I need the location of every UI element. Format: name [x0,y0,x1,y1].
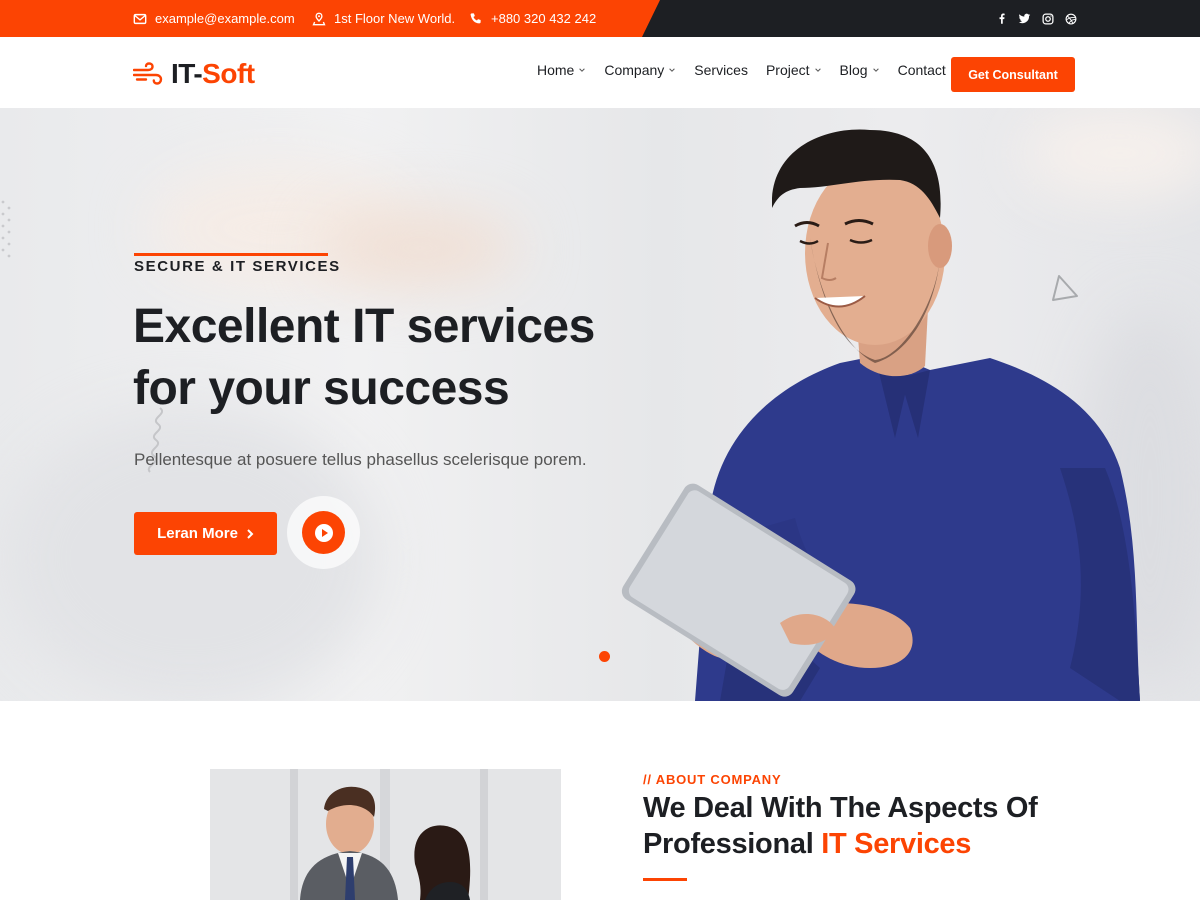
nav-item-company[interactable]: Company [604,62,676,78]
nav-item-label: Contact [897,62,946,78]
hero-section: SECURE & IT SERVICES Excellent IT servic… [0,108,1200,701]
learn-more-button[interactable]: Leran More [134,512,277,555]
get-consultant-button[interactable]: Get Consultant [951,57,1075,92]
about-accent-line [643,878,687,881]
nav-item-contact[interactable]: Contact [898,62,946,78]
hero-eyebrow: SECURE & IT SERVICES [134,258,341,275]
social-links [995,0,1077,37]
topbar-address: 1st Floor New World. [312,0,455,37]
topbar-phone-text: +880 320 432 242 [491,11,597,26]
envelope-icon [133,13,147,24]
logo-text-part2: Soft [202,58,255,89]
top-bar: example@example.com 1st Floor New World.… [0,0,1200,37]
about-label: // ABOUT COMPANY [643,772,782,787]
nav-item-label: Services [694,62,748,78]
twitter-icon[interactable] [1018,12,1031,25]
location-icon [312,12,326,25]
chevron-right-icon [247,528,254,539]
chevron-down-icon [669,68,676,72]
slider-dot-active[interactable] [599,651,610,662]
nav-item-label: Home [537,62,575,78]
hero-subtitle: Pellentesque at posuere tellus phasellus… [134,450,587,469]
nav-item-services[interactable]: Services [694,62,748,78]
about-title-line1: We Deal With The Aspects Of [643,792,1038,824]
chevron-down-icon [872,68,879,72]
eyebrow-accent-line [134,253,328,256]
nav-item-project[interactable]: Project [766,62,822,78]
hero-person-image [621,129,1140,701]
hero-title-line1: Excellent IT services [133,300,595,353]
nav-item-label: Blog [839,62,868,78]
chevron-down-icon [814,68,821,72]
about-title-line2: Professional [643,828,822,860]
topbar-email[interactable]: example@example.com [133,0,295,37]
decorative-dots [1,200,11,258]
site-logo[interactable]: IT-Soft [133,58,255,90]
play-button-inner [302,511,345,554]
about-team-image [210,769,561,900]
hero-title-line2: for your success [133,362,510,415]
wind-logo-icon [133,62,163,85]
nav-item-blog[interactable]: Blog [840,62,880,78]
logo-text-part1: IT- [171,58,203,89]
play-icon [314,523,333,542]
topbar-phone[interactable]: +880 320 432 242 [469,0,596,37]
nav-item-home[interactable]: Home [537,62,586,78]
instagram-icon[interactable] [1041,12,1054,25]
phone-icon [470,12,481,23]
topbar-email-text: example@example.com [155,11,295,26]
logo-text: IT-Soft [171,58,255,90]
learn-more-label: Leran More [157,525,238,542]
facebook-icon[interactable] [995,12,1008,25]
chevron-down-icon [579,68,586,72]
topbar-address-text: 1st Floor New World. [334,11,456,26]
play-video-button[interactable] [287,496,360,569]
about-title-highlight: IT Services [821,828,972,860]
main-nav: Home Company Services Project Blog Conta… [537,62,964,78]
nav-item-label: Project [765,62,810,78]
hero-title: Excellent IT services for your success [133,296,653,420]
about-title: We Deal With The Aspects Of Professional… [643,790,1103,862]
dribbble-icon[interactable] [1064,12,1077,25]
nav-item-label: Company [604,62,665,78]
main-header: IT-Soft Home Company Services Project Bl… [0,37,1200,108]
